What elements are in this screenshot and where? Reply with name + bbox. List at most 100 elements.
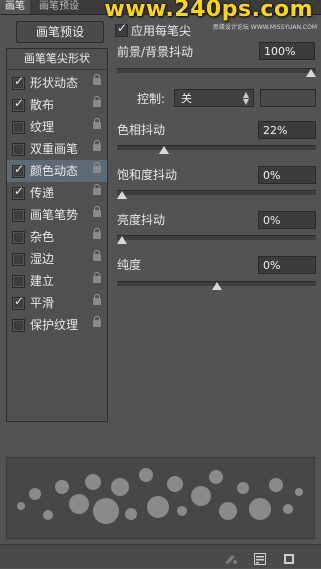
tab-bar: 画笔 画笔预设 www.240ps.com 思缘设计论坛 WWW.MISSYUA… (0, 0, 321, 31)
checkbox[interactable]: ✓ (12, 294, 25, 310)
preview-dot (219, 502, 237, 520)
preview-dot (139, 468, 153, 482)
list-item-scattering[interactable]: ✓ 散布 (7, 94, 107, 116)
grid-icon[interactable] (254, 550, 266, 565)
list-item-label: 颜色动态 (30, 164, 79, 178)
purity-slider-thumb[interactable] (212, 282, 222, 290)
checkbox[interactable]: ✓ (12, 184, 25, 200)
preview-dot (111, 478, 129, 496)
apply-per-tip-checkbox[interactable]: ✓ (115, 21, 128, 37)
checkbox[interactable] (12, 231, 25, 244)
tab-brush-presets[interactable]: 画笔预设 (34, 0, 84, 14)
control-select-value: 关 (181, 92, 192, 105)
preview-dot (29, 488, 41, 500)
fg-bg-jitter-input[interactable]: 100% (259, 42, 315, 60)
lock-icon[interactable] (93, 74, 101, 86)
preview-dot (93, 498, 119, 524)
fg-bg-jitter-label: 前景/背景抖动 (117, 45, 194, 59)
brightness-jitter-label: 亮度抖动 (117, 213, 166, 227)
lock-icon[interactable] (93, 118, 101, 130)
brightness-jitter-input[interactable]: 0% (258, 211, 316, 229)
brightness-jitter-slider[interactable] (117, 235, 316, 240)
brush-tip-shape-item[interactable]: 画笔笔尖形状 (7, 49, 107, 70)
list-item-label: 画笔笔势 (30, 208, 79, 222)
checkbox[interactable] (12, 209, 25, 222)
watermark-logo: www.240ps.com (104, 0, 313, 22)
control-select[interactable]: 关 ▲ ▼ (174, 89, 254, 107)
list-item-build-up[interactable]: 建立 (7, 270, 107, 292)
purity-input[interactable]: 0% (258, 256, 316, 274)
list-item-label: 形状动态 (30, 76, 79, 90)
checkbox[interactable] (12, 121, 25, 134)
lock-icon[interactable] (93, 184, 101, 196)
fg-bg-jitter-slider-thumb[interactable] (306, 69, 316, 77)
checkbox[interactable]: ✓ (12, 96, 25, 112)
preview-dot (69, 494, 89, 514)
list-item-label: 纹理 (30, 120, 55, 134)
list-item-label: 湿边 (30, 252, 55, 266)
brightness-jitter-slider-thumb[interactable] (117, 236, 127, 244)
preview-dot (147, 496, 169, 518)
list-item-dual-brush[interactable]: 双重画笔 (7, 138, 107, 160)
lock-icon[interactable] (93, 162, 101, 174)
brush-presets-button[interactable]: 画笔预设 (16, 21, 104, 43)
list-item-label: 平滑 (30, 296, 55, 310)
list-item-brush-pose[interactable]: 画笔笔势 (7, 204, 107, 226)
checkbox[interactable] (12, 319, 25, 332)
tab-brush[interactable]: 画笔 (0, 0, 30, 14)
saturation-jitter-label: 饱和度抖动 (117, 168, 178, 182)
brush-stroke-preview (6, 457, 315, 539)
preview-dot (17, 502, 25, 510)
lock-icon[interactable] (93, 250, 101, 262)
list-item-smoothing[interactable]: ✓ 平滑 (7, 292, 107, 314)
checkbox[interactable] (12, 143, 25, 156)
brush-settings-list: 画笔笔尖形状 ✓ 形状动态 ✓ 散布 纹理 双重画笔 ✓ 颜色动态 ✓ 传递 画… (6, 48, 108, 422)
preview-dot (55, 480, 69, 494)
list-item-label: 散布 (30, 98, 55, 112)
checkbox[interactable] (12, 253, 25, 266)
list-item-noise[interactable]: 杂色 (7, 226, 107, 248)
fg-bg-jitter-slider[interactable] (117, 68, 316, 73)
lock-icon[interactable] (93, 294, 101, 306)
preview-dot (85, 474, 101, 490)
lock-icon[interactable] (93, 206, 101, 218)
checkbox[interactable]: ✓ (12, 162, 25, 178)
list-item-protect-texture[interactable]: 保护纹理 (7, 314, 107, 336)
preview-dot (269, 478, 283, 492)
saturation-jitter-input[interactable]: 0% (258, 166, 316, 184)
list-item-label: 双重画笔 (30, 142, 79, 156)
hue-jitter-label: 色相抖动 (117, 123, 166, 137)
toggle-live-tip-icon[interactable] (224, 550, 237, 564)
list-item-texture[interactable]: 纹理 (7, 116, 107, 138)
hue-jitter-slider[interactable] (117, 145, 316, 150)
hue-jitter-input[interactable]: 22% (258, 121, 316, 139)
preview-dot (191, 486, 211, 506)
checkbox[interactable]: ✓ (12, 74, 25, 90)
list-item-transfer[interactable]: ✓ 传递 (7, 182, 107, 204)
list-item-label: 杂色 (30, 230, 55, 244)
lock-icon[interactable] (93, 96, 101, 108)
list-item-label: 传递 (30, 186, 55, 200)
bottom-toolbar (0, 544, 321, 568)
control-label: 控制: (137, 92, 166, 106)
lock-icon[interactable] (93, 272, 101, 284)
list-item-wet-edges[interactable]: 湿边 (7, 248, 107, 270)
preview-dot (177, 506, 187, 516)
preview-dot (125, 508, 137, 520)
watermark-subtext: 思缘设计论坛 WWW.MISSYUAN.COM (212, 24, 317, 31)
new-preset-icon[interactable] (283, 550, 295, 564)
saturation-jitter-slider[interactable] (117, 190, 316, 195)
lock-icon[interactable] (93, 228, 101, 240)
preview-dot (237, 482, 249, 494)
checkbox[interactable] (12, 275, 25, 288)
list-item-shape-dynamics[interactable]: ✓ 形状动态 (7, 72, 107, 94)
list-item-color-dynamics[interactable]: ✓ 颜色动态 (7, 160, 107, 182)
preview-dot (167, 476, 183, 492)
apply-per-tip-label: 应用每笔尖 (131, 24, 192, 38)
lock-icon[interactable] (93, 140, 101, 152)
lock-icon[interactable] (93, 316, 101, 328)
hue-jitter-slider-thumb[interactable] (159, 146, 169, 154)
preview-dot (249, 498, 271, 520)
list-item-label: 建立 (30, 274, 55, 288)
saturation-jitter-slider-thumb[interactable] (117, 191, 127, 199)
